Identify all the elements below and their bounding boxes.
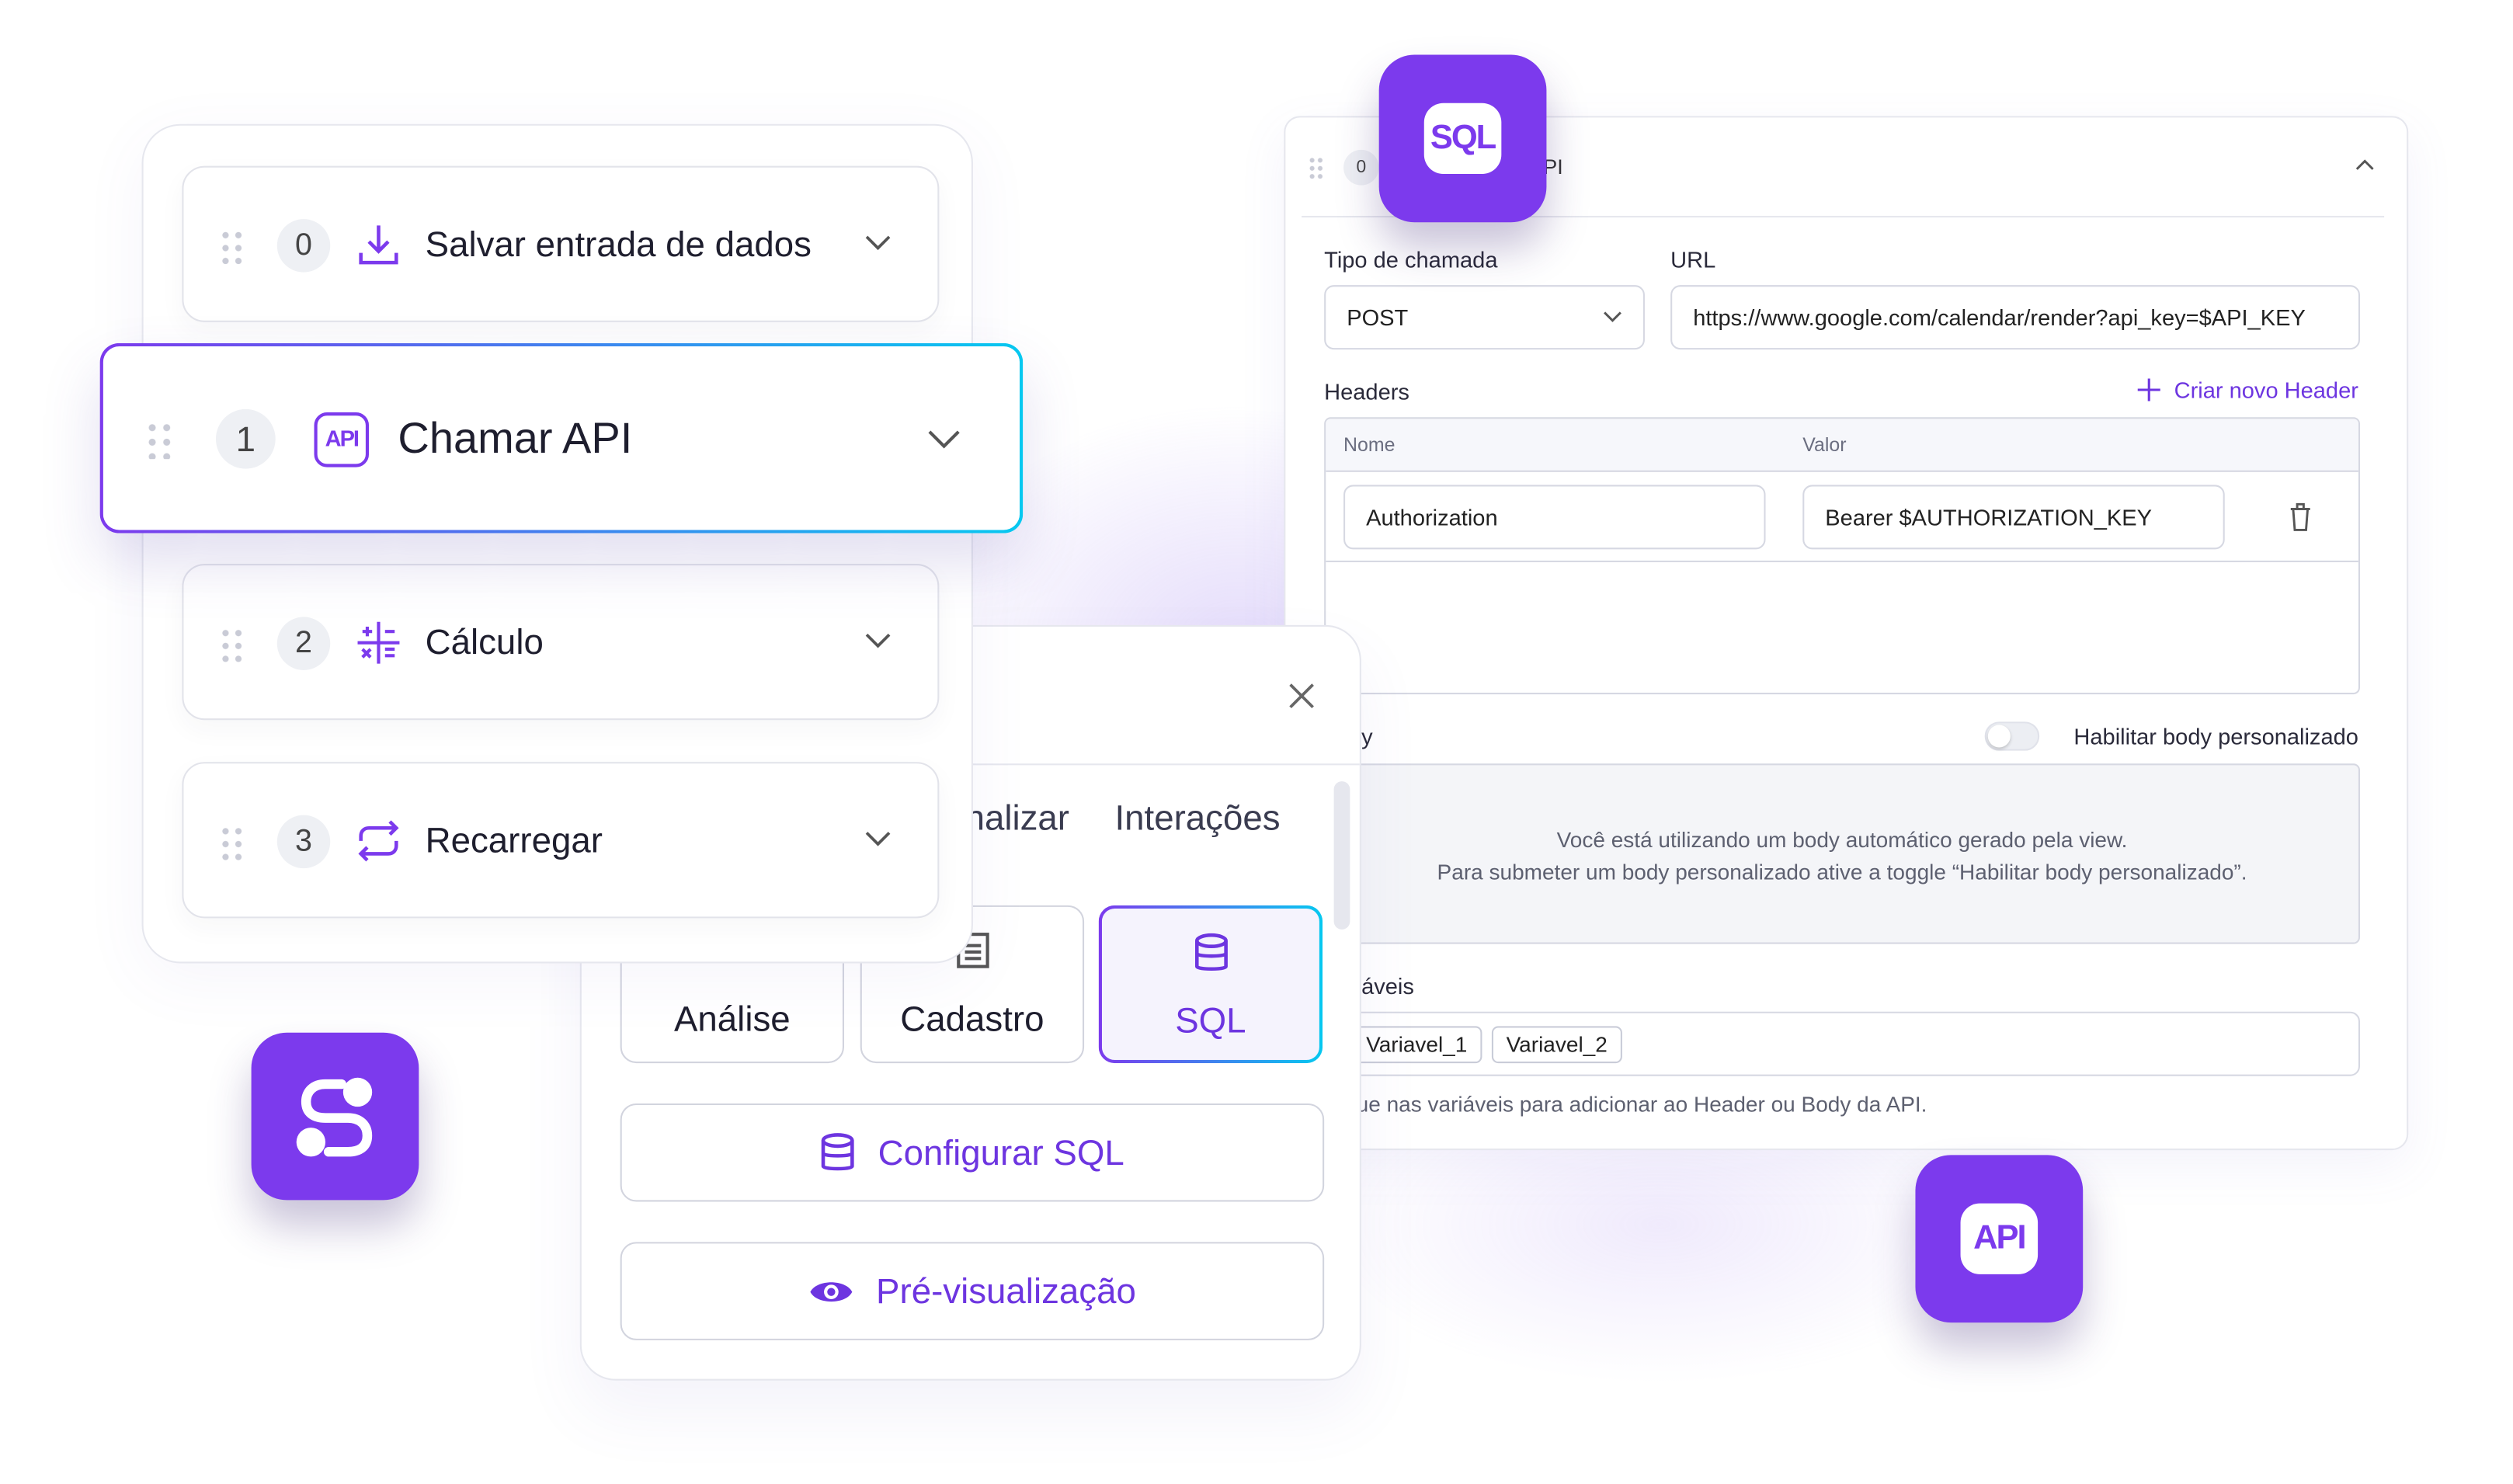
custom-body-toggle-label: Habilitar body personalizado — [2073, 723, 2358, 749]
url-input[interactable]: https://www.google.com/calendar/render?a… — [1670, 285, 2360, 350]
api-icon: API — [314, 412, 370, 467]
trash-icon[interactable] — [2288, 501, 2313, 533]
option-label: Cadastro — [900, 999, 1044, 1039]
sql-icon-label: SQL — [1423, 103, 1502, 175]
step-number: 3 — [276, 815, 331, 869]
drag-handle-icon[interactable] — [144, 420, 175, 460]
api-config-panel: 0 PI Tipo de chamada URL POST https://ww… — [1284, 116, 2409, 1151]
call-type-label: Tipo de chamada — [1324, 246, 1498, 273]
tab-interacoes[interactable]: Interações — [1114, 798, 1280, 839]
variable-chip[interactable]: Variavel_1 — [1351, 1026, 1482, 1064]
chevron-down-icon — [1604, 311, 1621, 322]
call-type-value: POST — [1347, 304, 1409, 331]
headers-table: Nome Valor Authorization Bearer $AUTHORI… — [1324, 417, 2360, 695]
step-number: 1 — [215, 408, 276, 469]
api-app-icon: API — [1915, 1155, 2084, 1323]
chevron-up-icon[interactable] — [2355, 156, 2375, 176]
steps-panel: 0 Salvar entrada de dados 2 Cálculo 3 Re… — [141, 123, 973, 964]
download-icon — [359, 225, 398, 265]
step-number: 0 — [276, 219, 331, 273]
step-card[interactable]: 2 Cálculo — [182, 564, 940, 721]
step-title: Cálculo — [425, 621, 544, 662]
variable-chip[interactable]: Variavel_2 — [1491, 1026, 1622, 1064]
brand-logo-icon — [251, 1032, 419, 1201]
plus-icon — [2136, 378, 2160, 401]
chevron-down-icon[interactable] — [864, 828, 892, 850]
chevron-down-icon[interactable] — [864, 232, 892, 255]
table-row: Authorization Bearer $AUTHORIZATION_KEY — [1326, 472, 2358, 562]
drag-handle-icon[interactable] — [1308, 156, 1325, 179]
option-label: SQL — [1175, 1000, 1246, 1041]
configure-sql-label: Configurar SQL — [878, 1131, 1124, 1173]
step-card[interactable]: 0 Salvar entrada de dados — [182, 165, 940, 322]
column-header: Nome — [1343, 433, 1396, 457]
configure-sql-button[interactable]: Configurar SQL — [620, 1103, 1325, 1202]
drag-handle-icon[interactable] — [219, 626, 245, 662]
step-title: Salvar entrada de dados — [425, 224, 812, 265]
body-info-text: Você está utilizando um body automático … — [1556, 828, 2128, 853]
option-sql[interactable]: SQL — [1099, 905, 1323, 1063]
custom-body-toggle[interactable] — [1984, 721, 2040, 751]
scrollbar[interactable] — [1333, 781, 1350, 930]
database-icon — [821, 1132, 854, 1170]
header-value-input[interactable]: Bearer $AUTHORIZATION_KEY — [1802, 485, 2225, 550]
preview-button[interactable]: Pré-visualização — [620, 1242, 1325, 1340]
chevron-down-icon[interactable] — [864, 630, 892, 652]
preview-label: Pré-visualização — [876, 1270, 1136, 1311]
url-label: URL — [1670, 246, 1716, 273]
option-label: Análise — [673, 999, 791, 1039]
eye-icon — [810, 1281, 852, 1302]
column-header: Valor — [1802, 433, 1847, 457]
step-card[interactable]: 3 Recarregar — [182, 762, 940, 919]
api-icon-label: API — [1960, 1203, 2039, 1274]
repeat-icon — [358, 820, 399, 862]
sql-app-icon: SQL — [1378, 54, 1547, 223]
drag-handle-icon[interactable] — [219, 228, 245, 265]
body-info-text: Para submeter um body personalizado ativ… — [1437, 860, 2247, 884]
variables-field[interactable]: Variavel_1 Variavel_2 — [1324, 1011, 2360, 1076]
headers-label: Headers — [1324, 378, 1409, 405]
add-header-button[interactable]: Criar novo Header — [2136, 377, 2358, 403]
add-header-label: Criar novo Header — [2174, 377, 2358, 403]
close-icon[interactable] — [1287, 681, 1316, 710]
variables-label: iáveis — [1356, 972, 1414, 999]
chevron-down-icon[interactable] — [926, 427, 962, 453]
step-card-active[interactable]: 1 API Chamar API — [100, 343, 1024, 533]
step-title: Recarregar — [425, 819, 603, 860]
call-type-select[interactable]: POST — [1324, 285, 1645, 350]
step-number: 2 — [276, 617, 331, 670]
step-number: 0 — [1343, 149, 1379, 186]
step-title: Chamar API — [398, 414, 633, 463]
tab-finalizar[interactable]: nalizar — [965, 798, 1069, 839]
header-name-input[interactable]: Authorization — [1343, 485, 1766, 550]
database-icon — [1194, 933, 1228, 971]
table-header: Nome Valor — [1326, 419, 2358, 472]
drag-handle-icon[interactable] — [219, 825, 245, 860]
body-info-box: Você está utilizando um body automático … — [1324, 763, 2360, 944]
calculator-icon — [357, 621, 400, 664]
variables-hint: ue nas variáveis para adicionar ao Heade… — [1356, 1092, 1927, 1117]
